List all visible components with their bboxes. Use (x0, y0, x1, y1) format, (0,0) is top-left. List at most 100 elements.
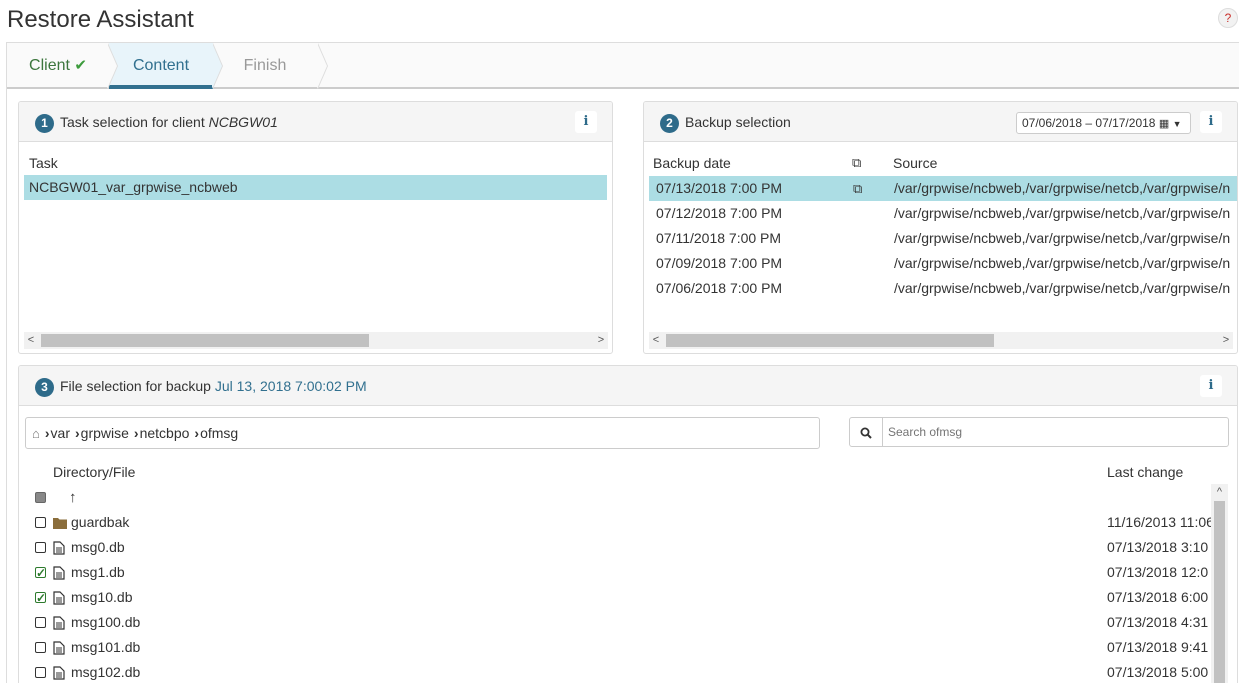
step-badge: 1 (35, 114, 54, 133)
backup-row[interactable]: 07/13/2018 7:00 PM ⧉ /var/grpwise/ncbweb… (649, 176, 1237, 201)
backup-row[interactable]: 07/12/2018 7:00 PM /var/grpwise/ncbweb,/… (649, 201, 1237, 226)
last-change-column-header[interactable]: Last change (1107, 464, 1183, 480)
file-name: msg101.db (71, 639, 141, 655)
backup-date: 07/13/2018 7:00 PM (656, 180, 783, 196)
step-content-label: Content (132, 57, 190, 74)
file-row[interactable]: msg101.db 07/13/2018 9:41 (19, 635, 1209, 660)
home-icon[interactable]: ⌂ (32, 426, 40, 441)
file-checkbox[interactable] (35, 586, 46, 611)
file-row[interactable]: msg102.db 07/13/2018 5:00 (19, 660, 1209, 683)
file-last-change: 07/13/2018 6:00 (1107, 589, 1209, 605)
file-icon (53, 641, 65, 655)
file-checkbox[interactable] (35, 617, 46, 628)
info-icon[interactable]: i (1200, 111, 1222, 133)
scroll-left-icon[interactable]: < (649, 332, 663, 349)
backup-row[interactable]: 07/06/2018 7:00 PM /var/grpwise/ncbweb,/… (649, 276, 1237, 301)
wizard-steps: Client ✔ Content Finish (7, 43, 1239, 89)
file-row[interactable]: guardbak 11/16/2013 11:06 (19, 510, 1211, 535)
step-badge: 2 (660, 114, 679, 133)
checkmark-icon: ✔ (74, 57, 87, 74)
chevron-right-icon: › (194, 425, 200, 441)
backup-timestamp: Jul 13, 2018 7:00:02 PM (214, 378, 367, 394)
file-name: msg100.db (71, 614, 141, 630)
task-panel-title-prefix: Task selection for client (60, 114, 209, 130)
breadcrumb-item[interactable]: netcbpo (140, 425, 190, 441)
backup-source: /var/grpwise/ncbweb,/var/grpwise/netcb,/… (894, 180, 1231, 196)
search-button[interactable] (850, 418, 883, 446)
file-checkbox[interactable] (35, 542, 46, 553)
date-range-picker[interactable]: 07/06/2018 – 07/17/2018 ▦ ▼ (1016, 112, 1191, 134)
arrow-up-icon[interactable]: ↑ (69, 485, 77, 510)
file-last-change: 07/13/2018 12:0 (1107, 564, 1209, 580)
file-last-change: 07/13/2018 9:41 (1107, 639, 1209, 655)
step-separator (212, 43, 222, 89)
folder-icon (53, 518, 67, 529)
task-selection-panel: 1 Task selection for client NCBGW01 i Ta… (18, 101, 613, 354)
source-column-header[interactable]: Source (893, 155, 937, 171)
task-column-header[interactable]: Task (29, 155, 58, 171)
backup-source: /var/grpwise/ncbweb,/var/grpwise/netcb,/… (894, 230, 1231, 246)
task-row[interactable]: NCBGW01_var_grpwise_ncbweb (24, 175, 607, 200)
scroll-right-icon[interactable]: > (594, 332, 608, 349)
file-name: msg1.db (71, 564, 125, 580)
page-title: Restore Assistant (7, 6, 194, 33)
step-separator (317, 43, 327, 89)
file-icon (53, 591, 65, 605)
search-input[interactable] (888, 422, 1218, 442)
scroll-right-icon[interactable]: > (1219, 332, 1233, 349)
breadcrumb-item[interactable]: var (51, 425, 70, 441)
breadcrumb-item[interactable]: grpwise (81, 425, 129, 441)
scroll-up-icon[interactable]: ^ (1211, 484, 1228, 501)
file-panel-title: File selection for backup Jul 13, 2018 7… (60, 378, 367, 394)
backup-date-column-header[interactable]: Backup date (653, 155, 731, 171)
file-row[interactable]: msg100.db 07/13/2018 4:31 (19, 610, 1209, 635)
scroll-thumb[interactable] (1214, 501, 1225, 683)
file-row[interactable]: msg10.db 07/13/2018 6:00 (19, 585, 1209, 611)
step-finish[interactable]: Finish (213, 43, 317, 89)
task-panel-title: Task selection for client NCBGW01 (60, 114, 278, 130)
client-name: NCBGW01 (208, 114, 278, 130)
file-row[interactable]: msg1.db 07/13/2018 12:0 (19, 560, 1209, 586)
file-icon (53, 541, 65, 555)
scroll-thumb[interactable] (41, 334, 369, 347)
info-icon[interactable]: i (575, 111, 597, 133)
backup-row[interactable]: 07/11/2018 7:00 PM /var/grpwise/ncbweb,/… (649, 226, 1237, 251)
chevron-right-icon: › (44, 425, 50, 441)
backup-date: 07/12/2018 7:00 PM (656, 205, 783, 221)
breadcrumb-item[interactable]: ofmsg (200, 425, 238, 441)
scroll-left-icon[interactable]: < (24, 332, 38, 349)
backup-date: 07/09/2018 7:00 PM (656, 255, 783, 271)
info-icon[interactable]: i (1200, 375, 1222, 397)
backup-date: 07/11/2018 7:00 PM (656, 230, 782, 246)
copy-icon: ⧉ (853, 181, 863, 196)
backup-panel-header: 2 Backup selection 07/06/2018 – 07/17/20… (644, 102, 1237, 142)
file-checkbox[interactable] (35, 667, 46, 678)
file-vertical-scrollbar[interactable]: ^ (1211, 484, 1228, 683)
name-column-header[interactable]: Directory/File (53, 464, 135, 480)
file-panel-header: 3 File selection for backup Jul 13, 2018… (19, 366, 1237, 406)
file-row[interactable]: msg0.db 07/13/2018 3:10 (19, 535, 1209, 560)
select-all-checkbox[interactable] (35, 492, 46, 503)
chevron-right-icon: › (133, 425, 139, 441)
file-checkbox[interactable] (35, 642, 46, 653)
file-checkbox[interactable] (35, 561, 46, 586)
caret-down-icon: ▼ (1172, 119, 1182, 129)
scroll-thumb[interactable] (666, 334, 994, 347)
help-button[interactable]: ? (1218, 8, 1238, 28)
file-last-change: 07/13/2018 5:00 (1107, 664, 1209, 680)
backup-source: /var/grpwise/ncbweb,/var/grpwise/netcb,/… (894, 280, 1231, 296)
backup-selection-panel: 2 Backup selection 07/06/2018 – 07/17/20… (643, 101, 1238, 354)
step-client-label: Client (29, 57, 70, 74)
file-checkbox[interactable] (35, 517, 46, 528)
search-box (849, 417, 1229, 447)
file-icon (53, 616, 65, 630)
parent-directory-row[interactable]: ↑ (19, 485, 1209, 510)
backup-horizontal-scrollbar[interactable]: < > (649, 332, 1233, 349)
backup-row[interactable]: 07/09/2018 7:00 PM /var/grpwise/ncbweb,/… (649, 251, 1237, 276)
file-name: msg102.db (71, 664, 141, 680)
step-content[interactable]: Content (109, 43, 213, 89)
task-horizontal-scrollbar[interactable]: < > (24, 332, 608, 349)
backup-source: /var/grpwise/ncbweb,/var/grpwise/netcb,/… (894, 255, 1231, 271)
step-client[interactable]: Client ✔ (7, 43, 109, 89)
file-last-change: 07/13/2018 4:31 (1107, 614, 1209, 630)
